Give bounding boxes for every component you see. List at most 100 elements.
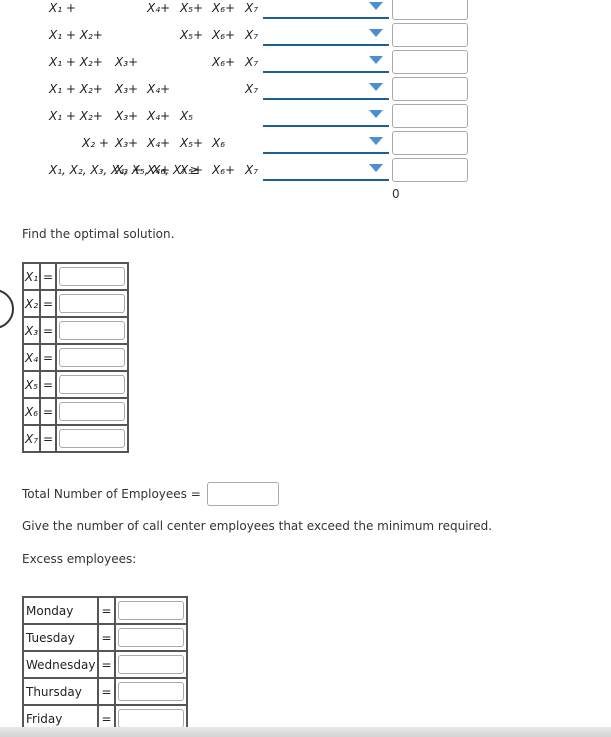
solution-input[interactable] [59,375,126,394]
excess-input[interactable] [117,682,184,701]
excess-input[interactable] [117,628,184,647]
constraint-term: X₆+ [212,1,236,15]
equals-sign: = [39,370,58,399]
constraint-rhs-input[interactable] [392,158,468,182]
find-prompt: Find the optimal solution. [22,227,175,241]
nonnegativity-vars: X₁, X₂, X₃, X₄, X₅, X₆, X₇ ≥ [49,163,200,177]
constraint-term: X₃+ [115,136,139,150]
equals-sign: = [39,343,58,372]
constraint-term: X₆ [212,136,226,150]
dropdown-arrow-icon [369,83,383,91]
constraint-term: X₇ [245,55,259,69]
equals-sign: = [39,424,58,453]
constraint-rhs-input[interactable] [392,131,468,155]
constraint-term: X₇ [245,163,259,177]
equals-sign: = [97,623,116,652]
excess-row: Monday = [21,596,188,625]
variable-label: X₂ [21,289,42,318]
equals-sign: = [97,650,116,679]
constraint-rhs-input[interactable] [392,23,468,47]
constraint-term: X₄+ [147,109,171,123]
total-label: Total Number of Employees = [22,487,201,501]
solution-input[interactable] [59,294,126,313]
excess-input[interactable] [117,709,184,728]
excess-input[interactable] [117,655,184,674]
constraint-rhs-input[interactable] [392,104,468,128]
solution-input[interactable] [59,402,126,421]
constraint-sign-dropdown[interactable] [263,53,389,73]
day-label: Tuesday [21,623,100,652]
excess-row: Thursday = [21,677,188,706]
dropdown-arrow-icon [369,56,383,64]
variable-label: X₃ [21,316,42,345]
constraint-sign-dropdown[interactable] [263,26,389,46]
equals-sign: = [39,262,58,291]
solution-row: X₄ = [21,343,130,372]
equals-sign: = [97,596,116,625]
day-label: Thursday [21,677,100,706]
constraint-rhs-input[interactable] [392,77,468,101]
constraint-term: X₅ [180,109,194,123]
total-employees-input[interactable] [207,482,279,506]
day-label: Wednesday [21,650,100,679]
constraint-term: X₁ + [49,1,76,15]
equals-sign: = [39,316,58,345]
day-label: Monday [21,596,100,625]
dropdown-arrow-icon [369,164,383,172]
excess-row: Wednesday = [21,650,188,679]
dropdown-arrow-icon [369,2,383,10]
constraint-term: X₆+ [212,28,236,42]
constraint-sign-dropdown[interactable] [263,0,389,19]
solution-input[interactable] [59,348,126,367]
excess-table: Monday = Tuesday = Wednesday = Thursday = Friday… [21,596,188,733]
horizontal-scrollbar[interactable] [0,727,611,737]
excess-row: Tuesday = [21,623,188,652]
constraint-term: X₄+ [147,1,171,15]
variable-label: X₅ [21,370,42,399]
constraint-term: X₃+ [115,82,139,96]
constraint-sign-dropdown[interactable] [263,161,389,181]
constraint-term: X₅+ [180,28,204,42]
constraint-rhs-input[interactable] [392,50,468,74]
solution-row: X₆ = [21,397,130,426]
constraint-term: X₄+ [147,82,171,96]
constraint-term: X₁ + X₂+ [49,55,103,69]
constraint-sign-dropdown[interactable] [263,107,389,127]
constraint-term: X₇ [245,28,259,42]
constraint-sign-dropdown[interactable] [263,80,389,100]
solution-input[interactable] [59,429,126,448]
constraint-rhs-input[interactable] [392,0,468,20]
constraint-term: X₅+ [180,136,204,150]
solution-input[interactable] [59,267,126,286]
constraint-term: X₅+ [180,1,204,15]
solution-row: X₅ = [21,370,130,399]
variable-label: X₇ [21,424,42,453]
excess-label: Excess employees: [22,552,137,566]
solution-table: X₁ = X₂ = X₃ = X₄ = X₅ = X₆ = X₇ = [21,262,130,453]
equals-sign: = [97,677,116,706]
nonnegativity-rhs: 0 [392,187,400,201]
constraint-term: X₇ [245,1,259,15]
constraint-term: X₇ [245,82,259,96]
variable-label: X₆ [21,397,42,426]
constraint-term: X₂ + [82,136,109,150]
variable-label: X₄ [21,343,42,372]
constraint-term: X₁ + X₂+ [49,82,103,96]
constraint-term: X₆+ [212,163,236,177]
constraint-term: X₁ + X₂+ [49,109,103,123]
solution-row: X₃ = [21,316,130,345]
constraint-term: X₃+ [115,109,139,123]
constraint-term: X₄+ [147,136,171,150]
constraint-term: X₃+ [115,55,139,69]
excess-input[interactable] [117,601,184,620]
equals-sign: = [39,397,58,426]
constraint-sign-dropdown[interactable] [263,134,389,154]
cursor-circle [0,289,14,329]
solution-row: X₁ = [21,262,130,291]
dropdown-arrow-icon [369,110,383,118]
solution-input[interactable] [59,321,126,340]
dropdown-arrow-icon [369,137,383,145]
solution-row: X₂ = [21,289,130,318]
variable-label: X₁ [21,262,42,291]
constraint-term: X₁ + X₂+ [49,28,103,42]
